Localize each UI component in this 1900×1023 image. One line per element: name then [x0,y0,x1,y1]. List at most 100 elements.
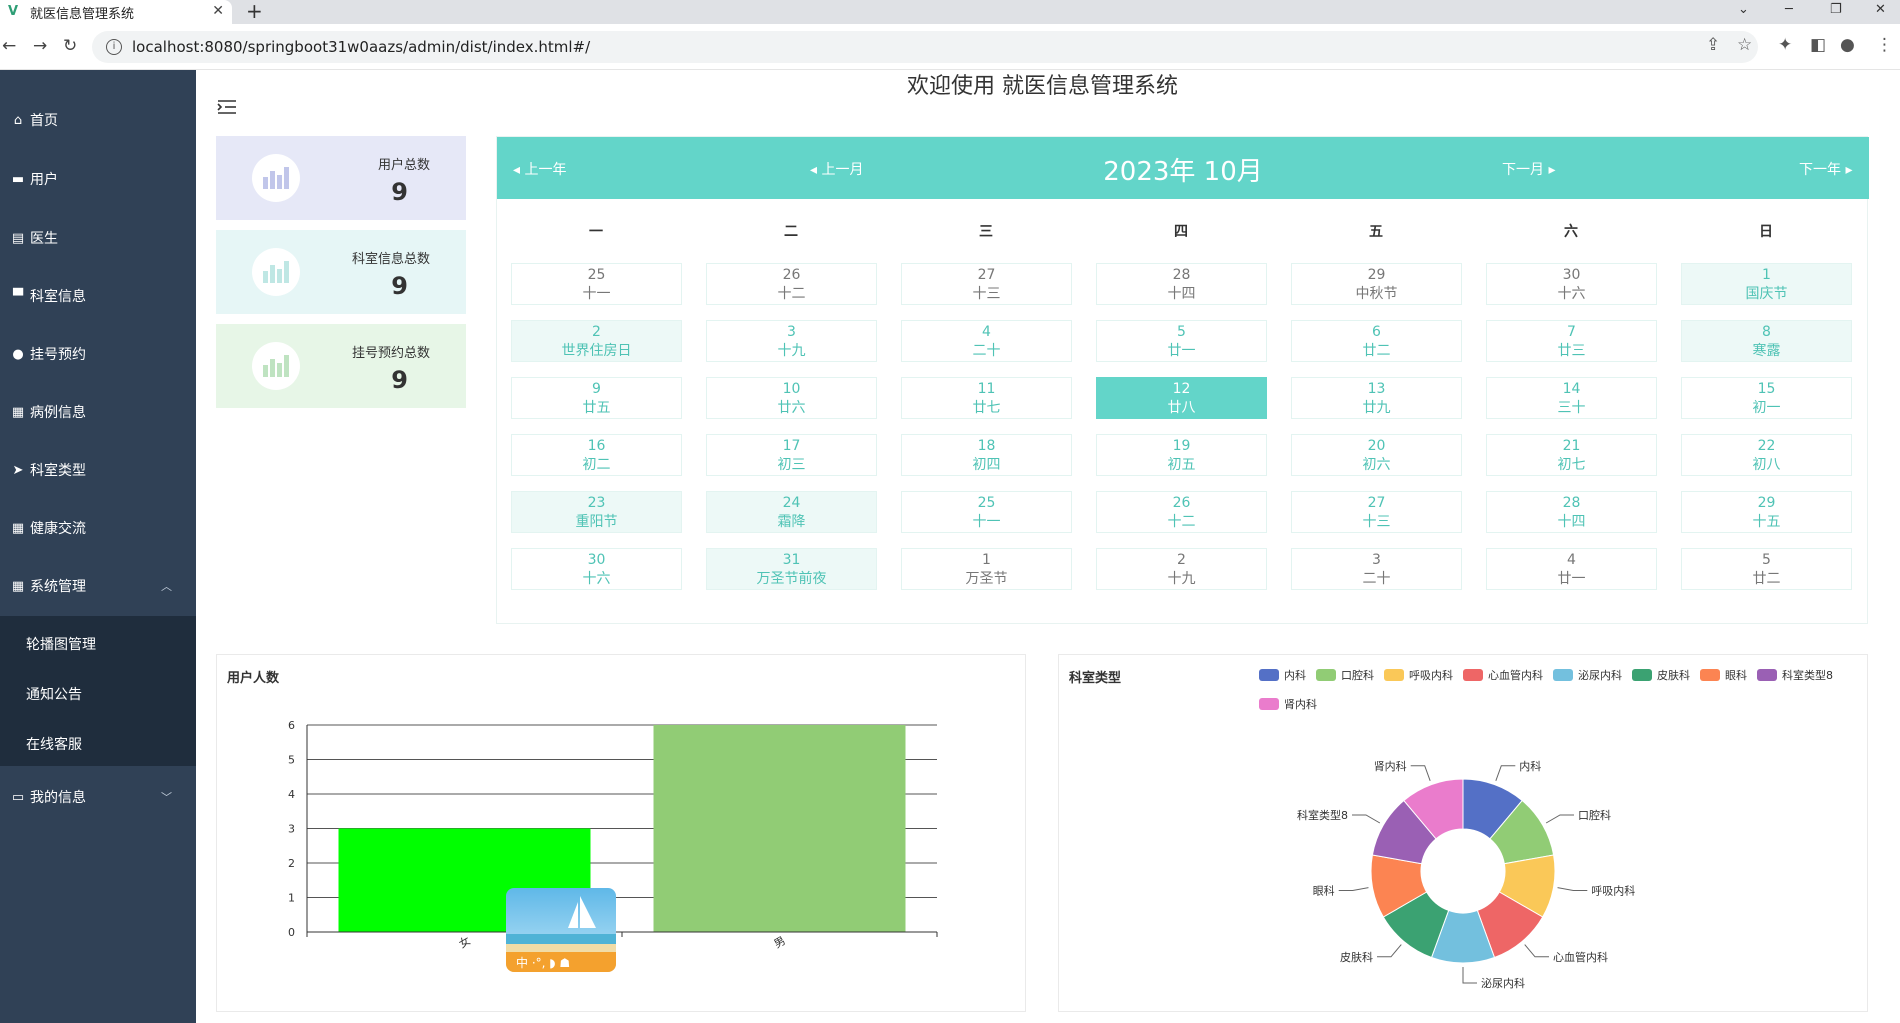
calendar-day[interactable]: 19 初五 [1096,434,1267,476]
calendar-day[interactable]: 3 十九 [706,320,877,362]
restore-icon[interactable]: ❐ [1830,2,1842,17]
prev-month-button[interactable]: ◂ 上一月 [810,159,863,179]
calendar-day[interactable]: 11 廿七 [901,377,1072,419]
sidepanel-icon[interactable]: ◧ [1810,35,1826,55]
minimize-icon[interactable]: ─ [1785,2,1793,17]
calendar-day[interactable]: 18 初四 [901,434,1072,476]
calendar-day[interactable]: 29 十五 [1681,491,1852,533]
sidebar-item-user[interactable]: ▬ 用户 [0,155,196,203]
calendar-day[interactable]: 20 初六 [1291,434,1462,476]
calendar-day[interactable]: 23 重阳节 [511,491,682,533]
y-tick-label: 5 [288,754,295,767]
back-icon[interactable]: ← [2,36,16,56]
calendar-day[interactable]: 29 中秋节 [1291,263,1462,305]
pie-label: 呼吸内科 [1591,883,1635,897]
browser-menu-icon[interactable]: ⋮ [1876,35,1893,55]
calendar-day[interactable]: 28 十四 [1486,491,1657,533]
sidebar-item-label: 我的信息 [30,790,86,806]
lunar-label: 初六 [1362,457,1391,473]
calendar-day[interactable]: 1 万圣节 [901,548,1072,590]
pie-label: 泌尿内科 [1481,976,1525,990]
sidebar-item-department-type[interactable]: ➤ 科室类型 [0,446,196,494]
extensions-icon[interactable]: ✦ [1778,35,1792,55]
sidebar-item-label: 挂号预约 [30,347,86,363]
profile-avatar-icon[interactable]: ● [1840,35,1855,55]
sidebar: ⌂ 首页 ▬ 用户 ▤ 医生 ▀ 科室信息 ● 挂号预约 ▦ 病例信息 ➤ 科室类型 ▦ 健康交… [0,70,196,1023]
bookmark-star-icon[interactable]: ☆ [1737,35,1752,55]
x-tick-label: 女 [456,933,473,951]
calendar-day[interactable]: 7 廿三 [1486,320,1657,362]
pie-label-line [1545,814,1574,824]
calendar-day[interactable]: 4 廿一 [1486,548,1657,590]
calendar-day[interactable]: 1 国庆节 [1681,263,1852,305]
day-number: 1 [982,552,991,568]
menu-toggle-icon[interactable] [217,98,237,116]
calendar-day[interactable]: 26 十二 [1096,491,1267,533]
calendar-day[interactable]: 15 初一 [1681,377,1852,419]
calendar-day[interactable]: 25 十一 [511,263,682,305]
sidebar-item-home[interactable]: ⌂ 首页 [0,96,196,144]
submenu-item-service[interactable]: 在线客服 [26,734,82,754]
calendar-day[interactable]: 24 霜降 [706,491,877,533]
calendar-day[interactable]: 27 十三 [1291,491,1462,533]
calendar-day[interactable]: 10 廿六 [706,377,877,419]
bar[interactable] [653,725,906,932]
close-window-icon[interactable]: ✕ [1875,2,1886,17]
system-submenu: 轮播图管理 通知公告 在线客服 [0,616,196,766]
sidebar-item-appointment[interactable]: ● 挂号预约 [0,330,196,378]
reload-icon[interactable]: ↻ [63,36,77,56]
y-tick-label: 4 [288,788,295,801]
calendar-day[interactable]: 2 十九 [1096,548,1267,590]
calendar-day[interactable]: 14 三十 [1486,377,1657,419]
stat-value: 9 [391,366,408,394]
lunar-label: 十九 [1167,571,1196,587]
close-tab-icon[interactable]: ✕ [212,3,224,19]
calendar-day[interactable]: 8 寒露 [1681,320,1852,362]
submenu-item-notice[interactable]: 通知公告 [26,684,82,704]
new-tab-icon[interactable]: + [246,0,263,22]
sidebar-item-system[interactable]: ▦ 系统管理 ︿ [0,562,196,610]
calendar-day-today[interactable]: 12 廿八 [1096,377,1267,419]
calendar-day[interactable]: 17 初三 [706,434,877,476]
calendar-day[interactable]: 27 十三 [901,263,1072,305]
calendar-day[interactable]: 5 廿一 [1096,320,1267,362]
beach-floating-image[interactable]: 中 ·°, ◗ ☗ [506,888,616,972]
calendar-day[interactable]: 28 十四 [1096,263,1267,305]
calendar-day[interactable]: 4 二十 [901,320,1072,362]
sidebar-item-case[interactable]: ▦ 病例信息 [0,388,196,436]
chevron-down-icon: ﹀ [161,791,172,804]
next-month-button[interactable]: 下一月 ▸ [1502,159,1555,179]
sidebar-item-health[interactable]: ▦ 健康交流 [0,504,196,552]
next-year-button[interactable]: 下一年 ▸ [1799,159,1852,179]
calendar-day[interactable]: 30 十六 [1486,263,1657,305]
calendar-day[interactable]: 26 十二 [706,263,877,305]
calendar-day[interactable]: 5 廿二 [1681,548,1852,590]
day-number: 29 [1367,267,1386,283]
url-field[interactable]: i localhost:8080/springboot31w0aazs/admi… [92,31,1758,63]
calendar-day[interactable]: 2 世界住房日 [511,320,682,362]
lunar-label: 初五 [1167,457,1196,473]
sidebar-item-department[interactable]: ▀ 科室信息 [0,272,196,320]
submenu-item-carousel[interactable]: 轮播图管理 [26,634,96,654]
calendar-day[interactable]: 3 二十 [1291,548,1462,590]
tab-search-icon[interactable]: ⌄ [1738,2,1749,17]
calendar-day[interactable]: 30 十六 [511,548,682,590]
calendar-day[interactable]: 13 廿九 [1291,377,1462,419]
calendar-day[interactable]: 31 万圣节前夜 [706,548,877,590]
calendar-day[interactable]: 21 初七 [1486,434,1657,476]
sidebar-item-doctor[interactable]: ▤ 医生 [0,214,196,262]
browser-tab[interactable]: V 就医信息管理系统 ✕ [0,0,232,24]
lunar-label: 初四 [972,457,1001,473]
share-icon[interactable]: ⇪ [1706,35,1720,55]
calendar-day[interactable]: 22 初八 [1681,434,1852,476]
calendar-day[interactable]: 9 廿五 [511,377,682,419]
sidebar-item-profile[interactable]: ▭ 我的信息 ﹀ [0,773,196,821]
prev-year-button[interactable]: ◂ 上一年 [513,159,566,179]
calendar-day[interactable]: 16 初二 [511,434,682,476]
calendar-day[interactable]: 25 十一 [901,491,1072,533]
calendar-day[interactable]: 6 廿二 [1291,320,1462,362]
day-number: 15 [1757,381,1776,397]
site-info-icon[interactable]: i [106,39,122,55]
forward-icon[interactable]: → [33,36,47,56]
pie-label-line [1495,765,1516,781]
